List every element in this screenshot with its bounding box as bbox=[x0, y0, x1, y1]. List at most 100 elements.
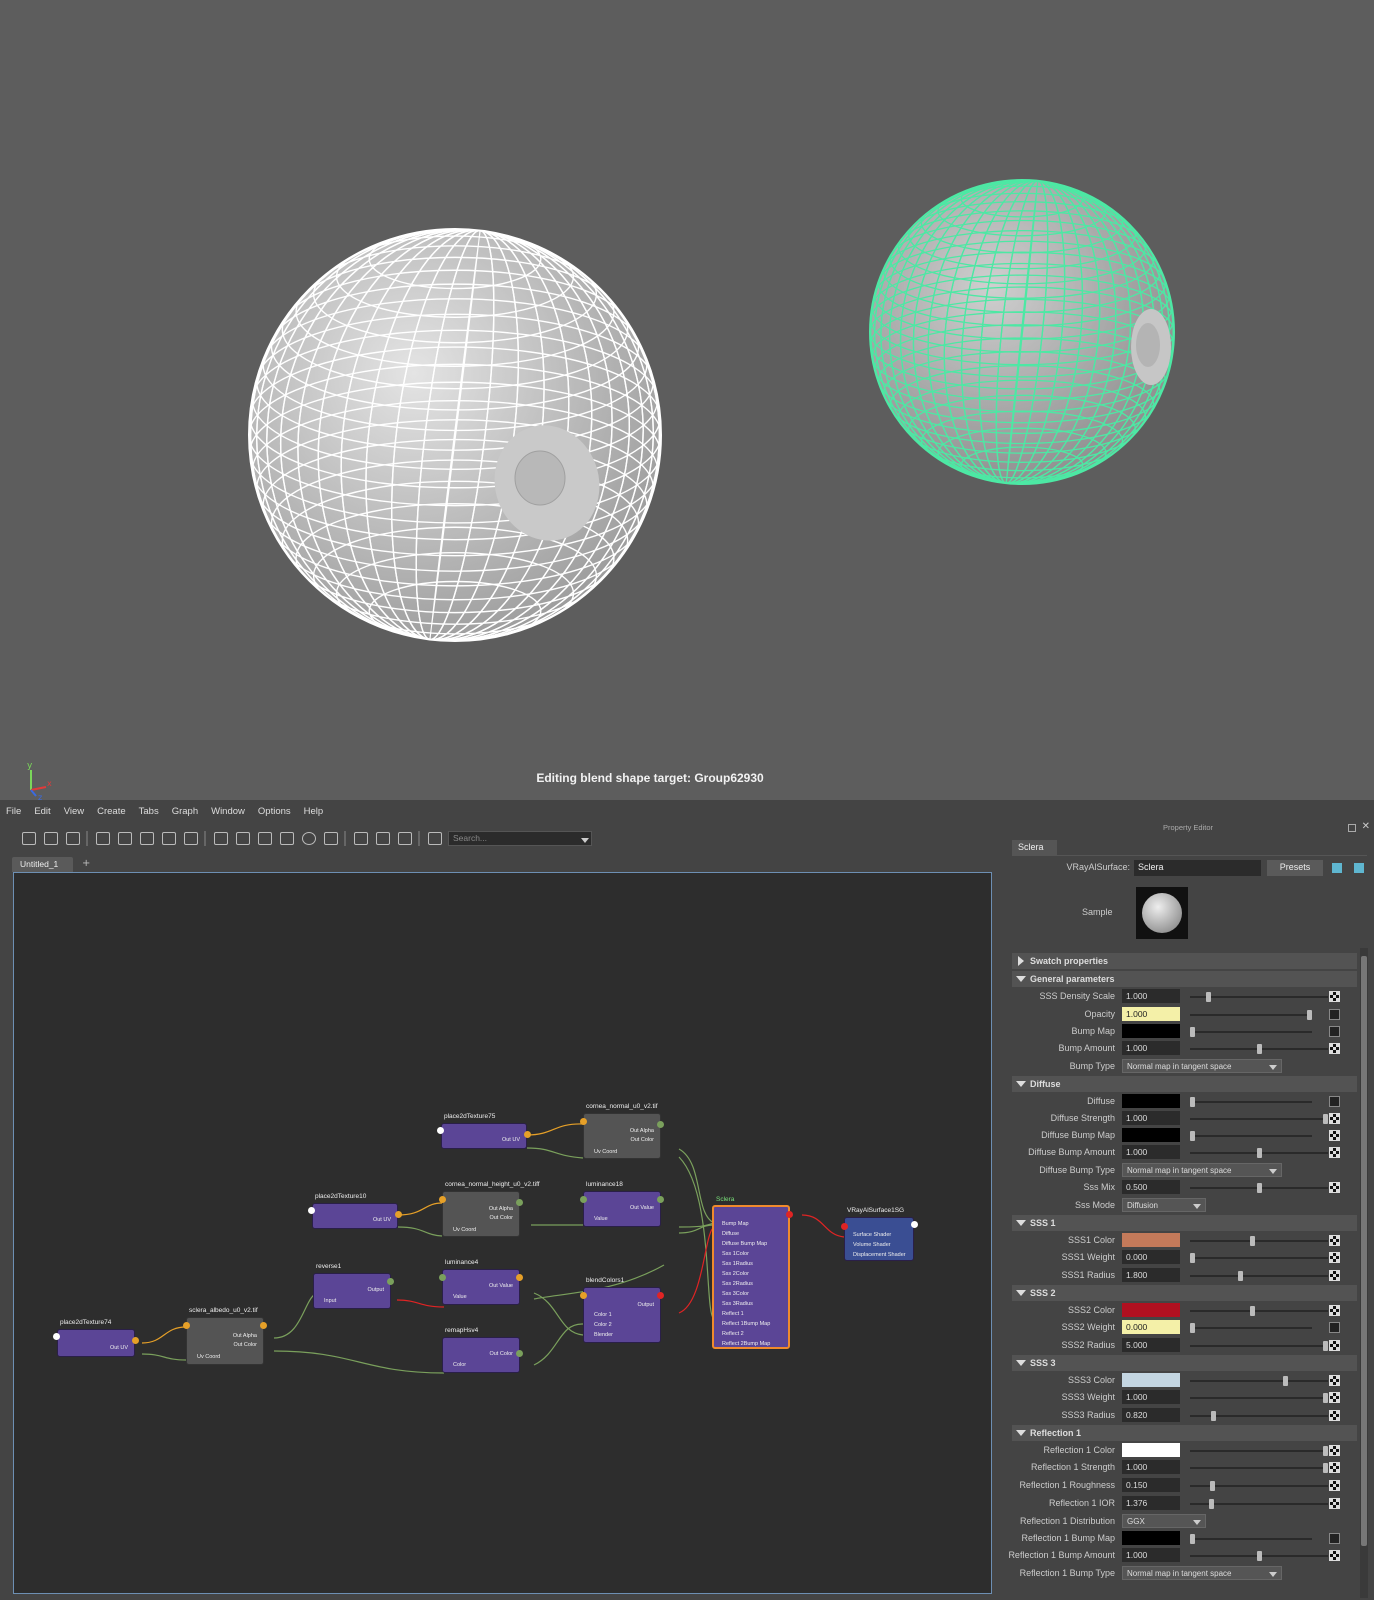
attr-slider[interactable] bbox=[1190, 1551, 1328, 1561]
section-sss3[interactable]: SSS 3 bbox=[1012, 1355, 1357, 1371]
attr-value-field[interactable]: 1.000 bbox=[1122, 1041, 1180, 1055]
sclera-plug[interactable]: Sss 2Radius bbox=[718, 1279, 770, 1289]
map-texture-button[interactable] bbox=[1329, 1305, 1340, 1316]
attr-dropdown[interactable]: Diffusion bbox=[1122, 1198, 1206, 1212]
slider-thumb[interactable] bbox=[1323, 1463, 1328, 1473]
presets-button[interactable]: Presets bbox=[1267, 860, 1323, 876]
attr-value-field[interactable]: 0.150 bbox=[1122, 1478, 1180, 1492]
attr-slider[interactable] bbox=[1190, 1027, 1312, 1037]
attr-slider[interactable] bbox=[1190, 1499, 1328, 1509]
attr-slider[interactable] bbox=[1190, 1010, 1312, 1020]
show-icon[interactable] bbox=[1332, 863, 1342, 873]
node-input-port[interactable] bbox=[183, 1322, 190, 1329]
node-graph-canvas[interactable]: place2dTexture75 Out UV cornea_normal_u0… bbox=[13, 872, 992, 1594]
map-texture-button[interactable] bbox=[1329, 1375, 1340, 1386]
frame-selected-icon[interactable] bbox=[44, 832, 58, 845]
node-input-port[interactable] bbox=[437, 1127, 444, 1134]
map-texture-button[interactable] bbox=[1329, 1026, 1340, 1037]
node-input-port[interactable] bbox=[580, 1292, 587, 1299]
attr-slider[interactable] bbox=[1190, 1148, 1328, 1158]
menu-file[interactable]: File bbox=[6, 806, 21, 817]
sclera-plug[interactable]: Reflect 1Bump Map bbox=[718, 1319, 770, 1329]
map-texture-button[interactable] bbox=[1329, 1340, 1340, 1351]
map-texture-button[interactable] bbox=[1329, 1113, 1340, 1124]
attr-dropdown[interactable]: Normal map in tangent space bbox=[1122, 1566, 1282, 1580]
node-sclera-shader[interactable]: Sclera Bump Map Diffuse Diffuse Bump Map Ss… bbox=[712, 1196, 793, 1349]
viewport-canvas[interactable]: y x z bbox=[0, 0, 1374, 802]
slider-thumb[interactable] bbox=[1190, 1323, 1195, 1333]
node-cornea-normal-tif[interactable]: cornea_normal_u0_v2.tif Out Alpha Out Co… bbox=[580, 1103, 664, 1159]
map-texture-button[interactable] bbox=[1329, 1270, 1340, 1281]
attr-slider[interactable] bbox=[1190, 1481, 1328, 1491]
sclera-plug[interactable]: Reflect 2 bbox=[718, 1329, 770, 1339]
menu-tabs[interactable]: Tabs bbox=[139, 806, 159, 817]
search-icon[interactable] bbox=[302, 832, 316, 845]
slider-thumb[interactable] bbox=[1323, 1446, 1328, 1456]
attr-slider[interactable] bbox=[1190, 1411, 1328, 1421]
slider-thumb[interactable] bbox=[1323, 1341, 1328, 1351]
3d-viewport[interactable]: y x z Editing blend shape target: Group6… bbox=[0, 0, 1374, 802]
attr-slider[interactable] bbox=[1190, 1271, 1328, 1281]
map-texture-button[interactable] bbox=[1329, 1533, 1340, 1544]
attr-color-swatch[interactable] bbox=[1122, 1531, 1180, 1545]
slider-thumb[interactable] bbox=[1323, 1393, 1328, 1403]
node-blendcolors1[interactable]: blendColors1 Output Color 1 Color 2 Blen… bbox=[580, 1277, 664, 1343]
scrollbar-thumb[interactable] bbox=[1361, 956, 1367, 1546]
attr-value-field[interactable]: 0.500 bbox=[1122, 1180, 1180, 1194]
clear-graph-icon[interactable] bbox=[162, 832, 176, 845]
map-texture-button[interactable] bbox=[1329, 1252, 1340, 1263]
attr-slider[interactable] bbox=[1190, 1183, 1328, 1193]
pin-icon[interactable] bbox=[428, 832, 442, 845]
attr-dropdown[interactable]: GGX bbox=[1122, 1514, 1206, 1528]
node-input-port[interactable] bbox=[580, 1118, 587, 1125]
attr-slider[interactable] bbox=[1190, 992, 1328, 1002]
section-general[interactable]: General parameters bbox=[1012, 971, 1357, 987]
slider-thumb[interactable] bbox=[1257, 1183, 1262, 1193]
attr-value-field[interactable]: 1.000 bbox=[1122, 1007, 1180, 1021]
node-vrayalsurface1sg[interactable]: VRayAlSurface1SG Surface Shader Volume S… bbox=[841, 1207, 918, 1261]
menu-view[interactable]: View bbox=[64, 806, 84, 817]
slider-thumb[interactable] bbox=[1283, 1376, 1288, 1386]
sclera-plug[interactable]: Bump Map bbox=[718, 1219, 770, 1229]
eyeball-selected[interactable] bbox=[854, 165, 1189, 499]
map-texture-button[interactable] bbox=[1329, 1392, 1340, 1403]
sclera-plug[interactable]: Sss 2Color bbox=[718, 1269, 770, 1279]
node-input-port[interactable] bbox=[580, 1196, 587, 1203]
node-input-port[interactable] bbox=[841, 1223, 848, 1230]
node-cornea-normal-height-tiff[interactable]: cornea_normal_height_u0_v2.tiff Out Alph… bbox=[439, 1181, 540, 1237]
attr-slider[interactable] bbox=[1190, 1446, 1328, 1456]
highlight-icon[interactable] bbox=[398, 832, 412, 845]
node-input-port[interactable] bbox=[439, 1274, 446, 1281]
map-texture-button[interactable] bbox=[1329, 1009, 1340, 1020]
grid-toggle-icon[interactable] bbox=[354, 832, 368, 845]
node-input-port[interactable] bbox=[308, 1207, 315, 1214]
float-panel-icon[interactable] bbox=[1348, 824, 1356, 832]
attr-value-field[interactable]: 0.820 bbox=[1122, 1408, 1180, 1422]
graph-output-icon[interactable] bbox=[66, 832, 80, 845]
slider-thumb[interactable] bbox=[1307, 1010, 1312, 1020]
node-output-port[interactable] bbox=[260, 1322, 267, 1329]
node-place2dtexture75[interactable]: place2dTexture75 Out UV bbox=[437, 1113, 531, 1149]
attr-slider[interactable] bbox=[1190, 1463, 1328, 1473]
frame-all-icon[interactable] bbox=[22, 832, 36, 845]
expand-triangle-icon[interactable] bbox=[1016, 1290, 1026, 1296]
attr-slider[interactable] bbox=[1190, 1341, 1328, 1351]
attr-slider[interactable] bbox=[1190, 1376, 1328, 1386]
tab-untitled[interactable]: Untitled_1 bbox=[12, 857, 73, 872]
map-texture-button[interactable] bbox=[1329, 1462, 1340, 1473]
slider-thumb[interactable] bbox=[1250, 1306, 1255, 1316]
expand-triangle-icon[interactable] bbox=[1016, 1081, 1026, 1087]
node-remaphsv4[interactable]: remapHsv4 Out Color Color bbox=[442, 1327, 523, 1373]
map-texture-button[interactable] bbox=[1329, 1550, 1340, 1561]
slider-thumb[interactable] bbox=[1209, 1499, 1214, 1509]
attr-color-swatch[interactable] bbox=[1122, 1303, 1180, 1317]
node-output-port[interactable] bbox=[657, 1196, 664, 1203]
node-output-port[interactable] bbox=[516, 1274, 523, 1281]
attr-color-swatch[interactable] bbox=[1122, 1443, 1180, 1457]
scrollbar[interactable] bbox=[1360, 948, 1368, 1598]
attr-value-field[interactable]: 0.000 bbox=[1122, 1320, 1180, 1334]
node-output-port[interactable] bbox=[516, 1350, 523, 1357]
slider-thumb[interactable] bbox=[1190, 1131, 1195, 1141]
sclera-plug[interactable]: Reflect 1 bbox=[718, 1309, 770, 1319]
section-diffuse[interactable]: Diffuse bbox=[1012, 1076, 1357, 1092]
